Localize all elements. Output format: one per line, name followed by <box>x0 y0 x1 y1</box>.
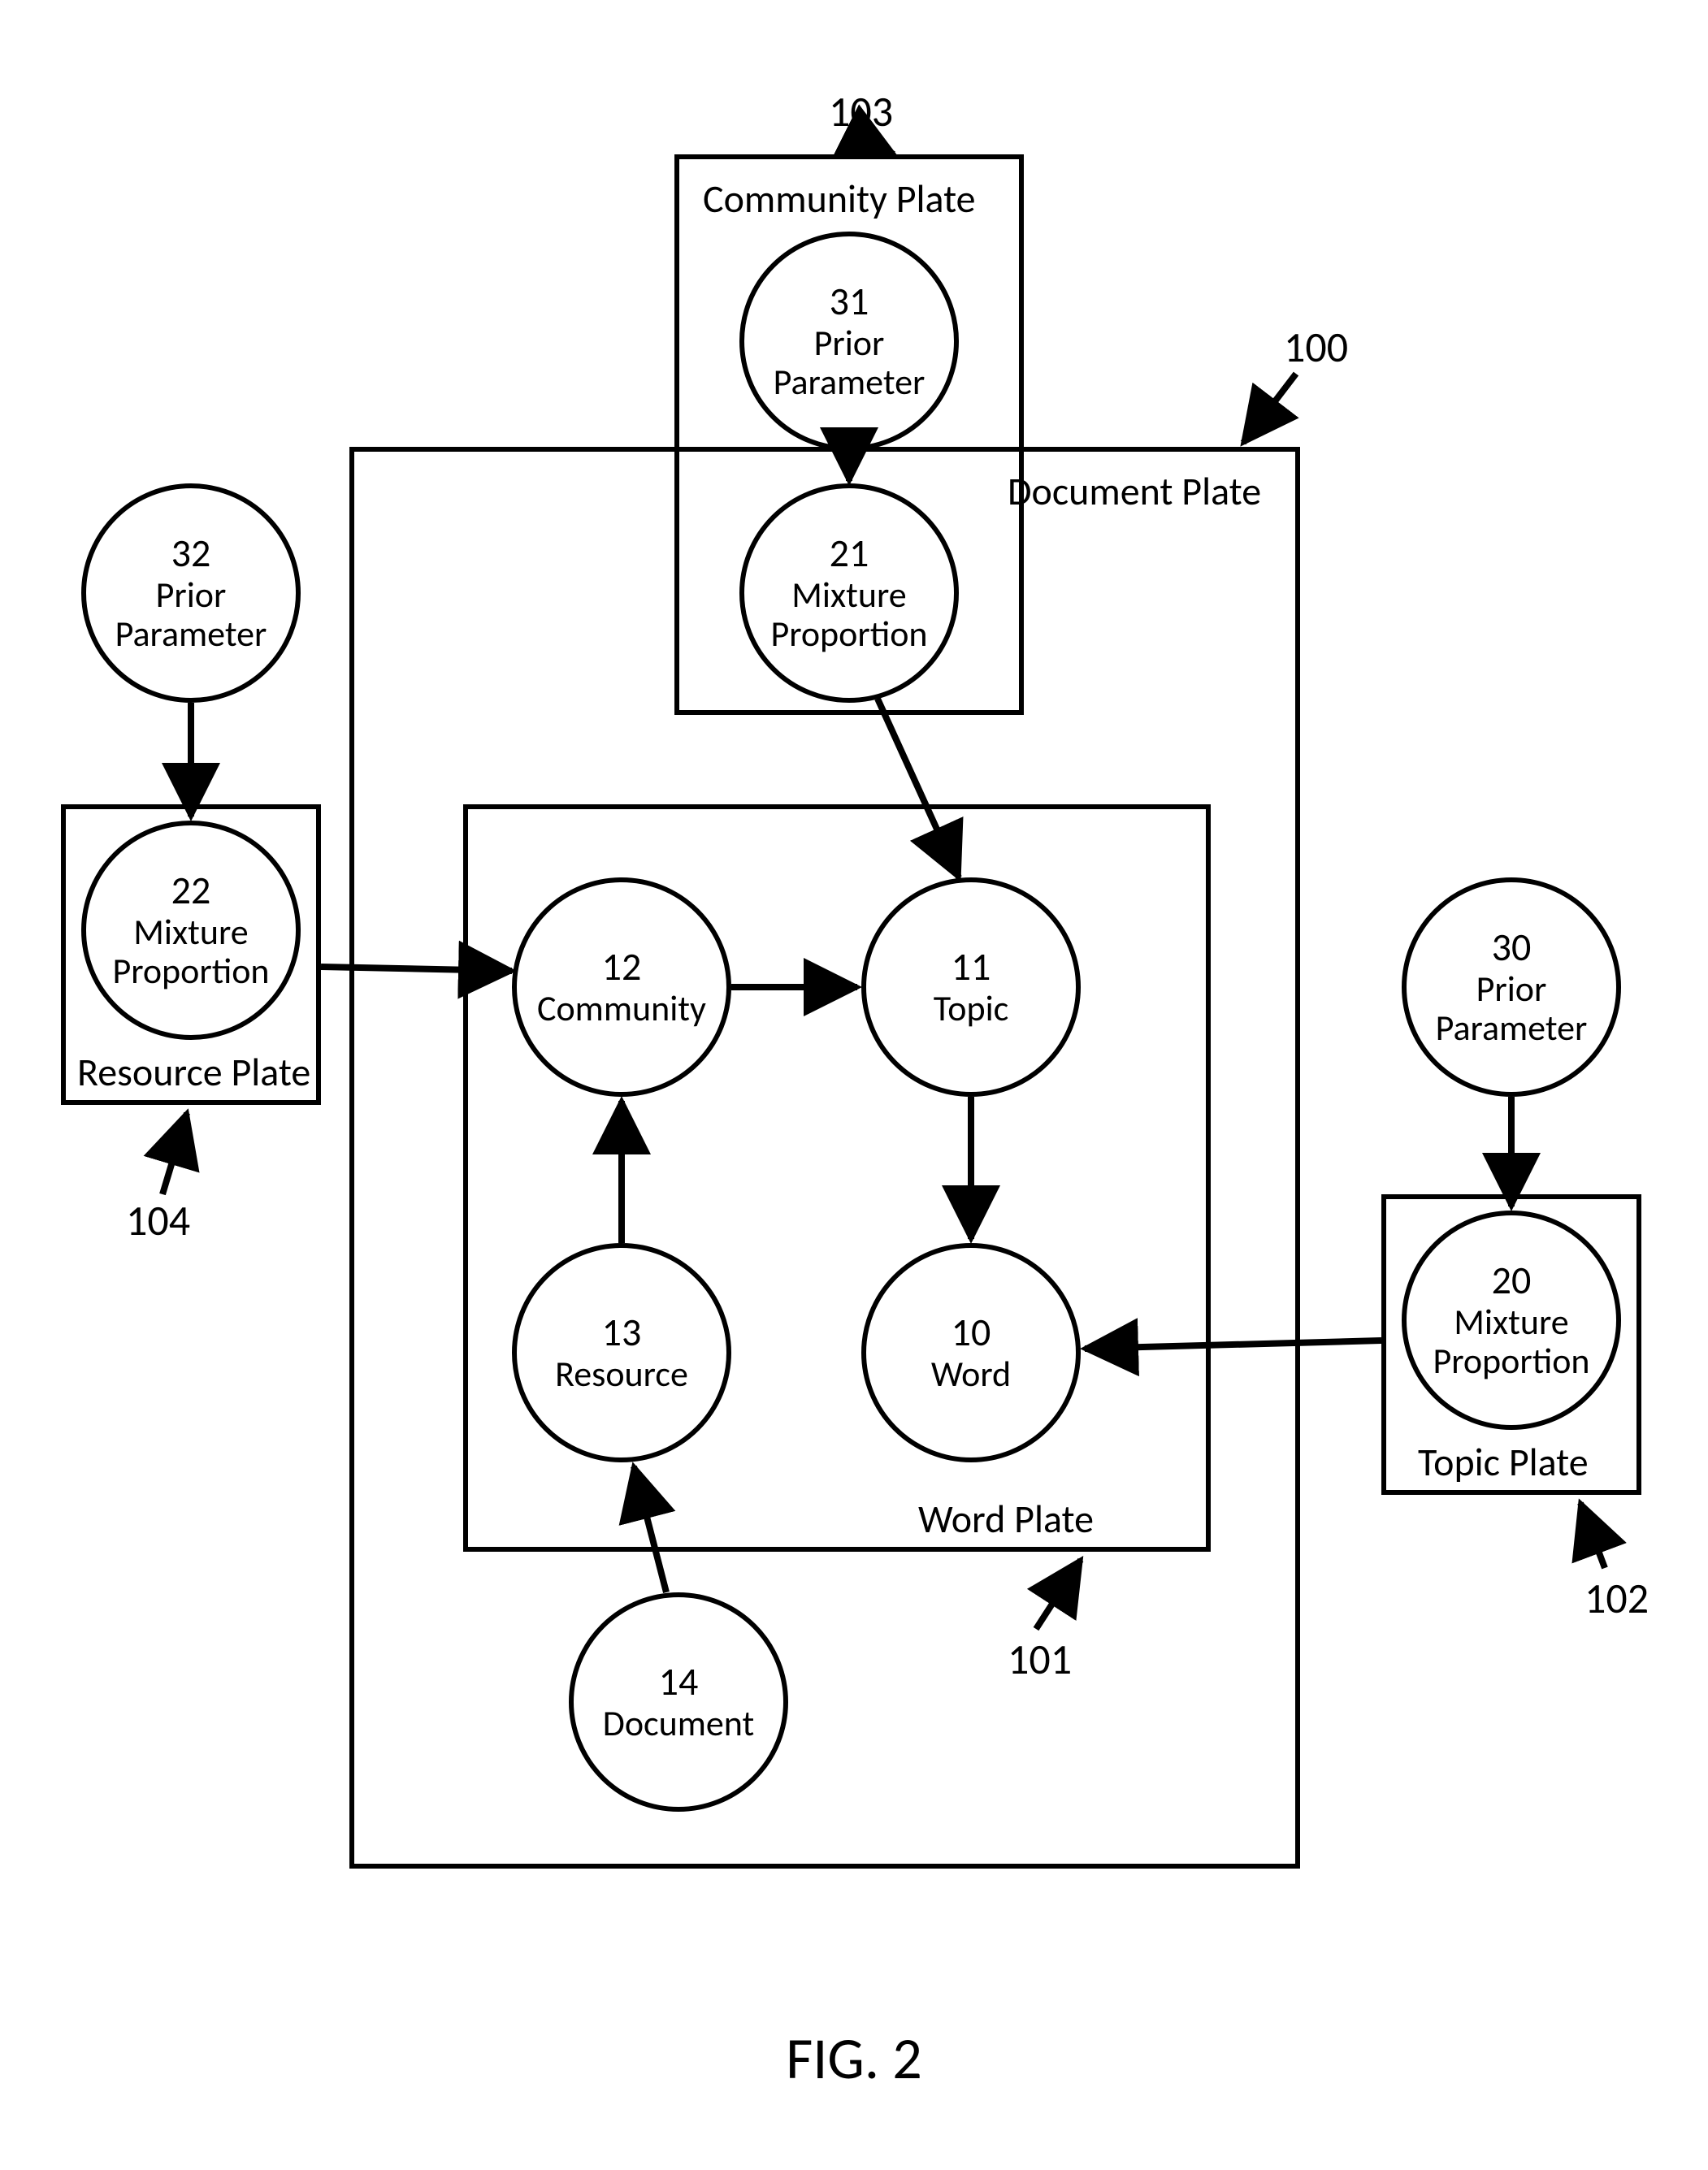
node-12-label: Community <box>537 989 706 1028</box>
node-11-label: Topic <box>934 989 1009 1028</box>
node-13-label: Resource <box>555 1354 688 1393</box>
node-22-label: Mixture Proportion <box>86 912 296 991</box>
node-21-mixture-proportion: 21 Mixture Proportion <box>739 483 959 703</box>
node-12-number: 12 <box>602 946 642 989</box>
resource-plate-label: Resource Plate <box>77 1048 310 1096</box>
ref-102: 102 <box>1584 1572 1649 1624</box>
node-21-label: Mixture Proportion <box>744 575 954 654</box>
diagram-stage: Document Plate Community Plate Word Plat… <box>0 0 1708 2170</box>
node-20-mixture-proportion: 20 Mixture Proportion <box>1402 1211 1621 1430</box>
word-plate-label: Word Plate <box>918 1495 1094 1543</box>
community-plate-label: Community Plate <box>703 175 976 223</box>
node-10-label: Word <box>931 1354 1011 1393</box>
ref-103: 103 <box>829 85 893 137</box>
node-30-label: Prior Parameter <box>1407 969 1616 1048</box>
node-10-number: 10 <box>952 1311 991 1354</box>
node-20-number: 20 <box>1492 1259 1532 1302</box>
document-plate-label: Document Plate <box>1008 467 1261 515</box>
node-20-label: Mixture Proportion <box>1407 1302 1616 1381</box>
node-10-word: 10 Word <box>861 1243 1081 1462</box>
node-30-prior-parameter: 30 Prior Parameter <box>1402 877 1621 1097</box>
node-32-prior-parameter: 32 Prior Parameter <box>81 483 301 703</box>
node-11-number: 11 <box>952 946 991 989</box>
node-32-number: 32 <box>171 532 211 575</box>
ref-100: 100 <box>1284 321 1348 373</box>
node-13-resource: 13 Resource <box>512 1243 731 1462</box>
node-12-community: 12 Community <box>512 877 731 1097</box>
node-30-number: 30 <box>1492 926 1532 969</box>
node-14-document: 14 Document <box>569 1592 788 1812</box>
node-14-number: 14 <box>659 1661 699 1704</box>
ref-101: 101 <box>1008 1633 1072 1685</box>
figure-caption: FIG. 2 <box>0 2023 1708 2094</box>
node-14-label: Document <box>603 1704 754 1743</box>
node-22-number: 22 <box>171 869 211 912</box>
topic-plate-label: Topic Plate <box>1418 1438 1589 1486</box>
node-13-number: 13 <box>602 1311 642 1354</box>
node-31-label: Prior Parameter <box>744 323 954 402</box>
ref-104: 104 <box>126 1194 190 1246</box>
node-32-label: Prior Parameter <box>86 575 296 654</box>
node-31-prior-parameter: 31 Prior Parameter <box>739 232 959 451</box>
node-11-topic: 11 Topic <box>861 877 1081 1097</box>
node-31-number: 31 <box>830 280 869 323</box>
node-22-mixture-proportion: 22 Mixture Proportion <box>81 821 301 1040</box>
node-21-number: 21 <box>830 532 869 575</box>
